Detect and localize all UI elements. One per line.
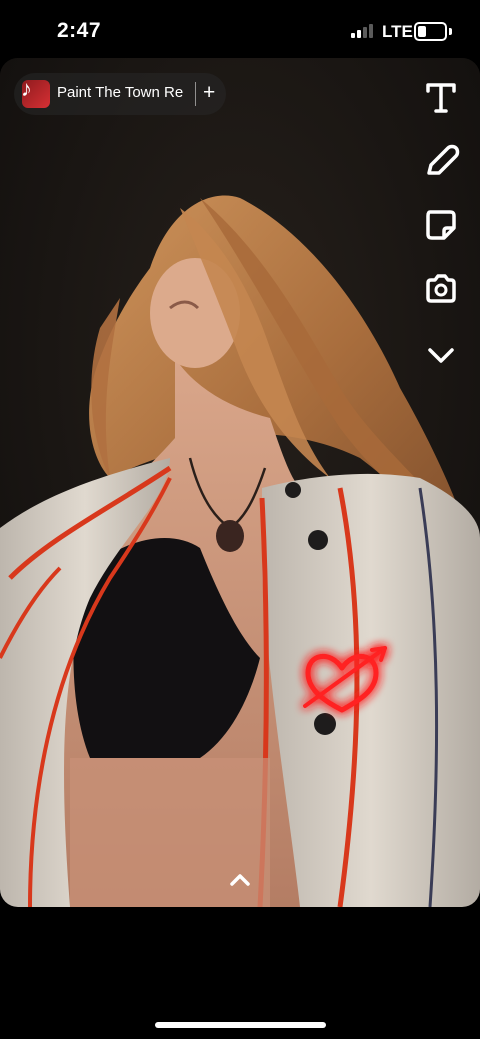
pencil-icon[interactable] xyxy=(420,140,462,182)
cellular-signal-icon xyxy=(351,24,375,38)
music-note-icon: ♪ xyxy=(21,76,32,101)
status-bar: 2:47 LTE xyxy=(0,0,480,58)
battery-cap xyxy=(449,28,452,35)
chevron-down-icon[interactable] xyxy=(420,334,462,376)
home-indicator[interactable] xyxy=(155,1022,326,1028)
battery-icon xyxy=(414,22,447,41)
music-title: Paint The Town Red xyxy=(57,84,183,101)
text-tool-icon[interactable] xyxy=(420,76,462,118)
sticker-icon[interactable] xyxy=(420,204,462,246)
camera-lens-icon[interactable] xyxy=(420,268,462,310)
chip-divider xyxy=(195,82,196,106)
chevron-up-icon[interactable] xyxy=(224,868,256,892)
snap-photo[interactable] xyxy=(0,58,480,907)
status-time: 2:47 xyxy=(57,19,102,42)
photo-image xyxy=(0,58,480,907)
add-music-button[interactable]: + xyxy=(203,81,215,105)
network-type: LTE xyxy=(382,22,413,41)
